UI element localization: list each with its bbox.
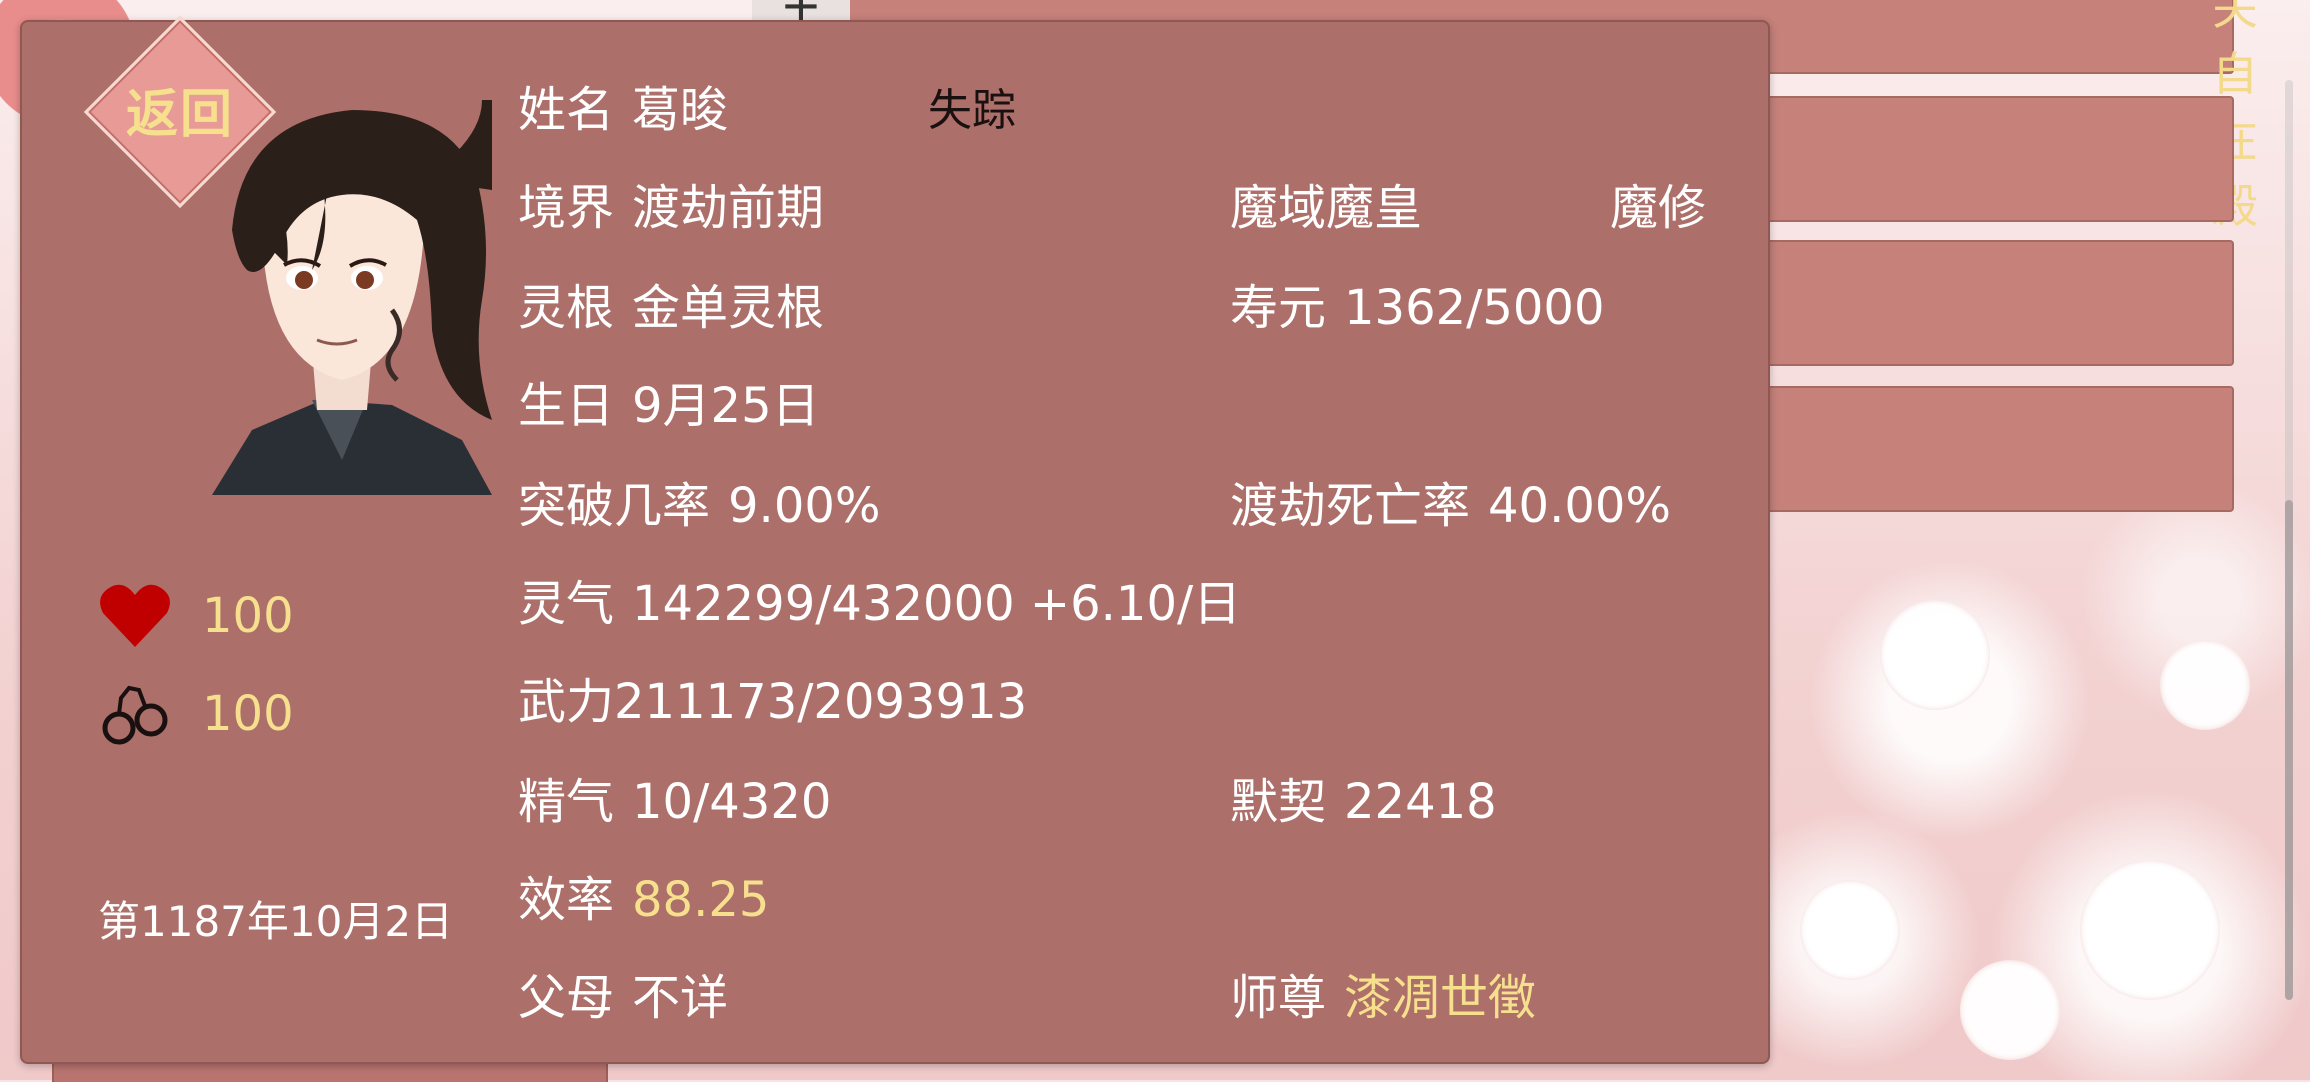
lifespan-value: 1362/5000	[1344, 280, 1605, 336]
master-label: 师尊	[1230, 970, 1327, 1026]
spirit-root-label: 灵根	[518, 280, 615, 336]
flower-petal-decoration	[2160, 640, 2250, 730]
spirit-root-value: 金单灵根	[632, 280, 825, 336]
realm-field: 境界 渡劫前期	[518, 168, 824, 238]
efficiency-field: 效率 88.25	[518, 860, 769, 930]
qi-label: 灵气	[518, 576, 615, 632]
health-stat: 100	[96, 576, 294, 656]
status-text: 失踪	[928, 85, 1016, 136]
tribulation-death-field: 渡劫死亡率 40.00%	[1230, 466, 1671, 536]
qi-field: 灵气 142299/432000 +6.10/日	[518, 564, 1241, 634]
breakthrough-field: 突破几率 9.00%	[518, 466, 881, 536]
tacit-field: 默契 22418	[1230, 762, 1497, 832]
force-value: 211173/2093913	[614, 674, 1028, 730]
realm-label: 境界	[518, 180, 615, 236]
parents-value: 不详	[632, 970, 729, 1026]
tribulation-death-value: 40.00%	[1488, 478, 1672, 534]
spirit-root-field: 灵根 金单灵根	[518, 268, 824, 338]
character-portrait	[192, 100, 492, 495]
efficiency-label: 效率	[518, 872, 615, 928]
force-label: 武力	[518, 674, 615, 730]
essence-field: 精气 10/4320	[518, 762, 831, 832]
sect-type-text: 魔修	[1610, 180, 1707, 236]
breakthrough-label: 突破几率	[518, 478, 711, 534]
handcuffs-icon	[96, 675, 174, 753]
bond-stat: 100	[96, 674, 294, 754]
essence-value: 10/4320	[632, 774, 832, 830]
parents-field: 父母 不详	[518, 958, 728, 1028]
name-value: 葛晙	[632, 82, 729, 138]
name-label: 姓名	[518, 82, 615, 138]
flower-petal-decoration	[1960, 960, 2060, 1060]
birthday-label: 生日	[518, 378, 615, 434]
essence-label: 精气	[518, 774, 615, 830]
master-field: 师尊 漆凋世徵	[1230, 958, 1536, 1028]
birthday-field: 生日 9月25日	[518, 366, 820, 436]
lifespan-label: 寿元	[1230, 280, 1327, 336]
flower-petal-decoration	[1800, 880, 1900, 980]
force-field: 武力211173/2093913	[518, 662, 1027, 732]
flower-petal-decoration	[1880, 600, 1990, 710]
character-info-panel: 返回 100 100 第1187年10月2日 姓名 葛晙 失踪 境界 渡劫前期 魔域…	[20, 15, 1770, 1064]
back-button-label[interactable]: 返回	[110, 72, 250, 147]
efficiency-value: 88.25	[632, 872, 770, 928]
tacit-value: 22418	[1344, 774, 1497, 830]
parents-label: 父母	[518, 970, 615, 1026]
master-value[interactable]: 漆凋世徵	[1344, 970, 1536, 1026]
scrollbar[interactable]	[2285, 80, 2293, 1000]
heart-icon	[96, 577, 174, 655]
tacit-label: 默契	[1230, 774, 1327, 830]
breakthrough-value: 9.00%	[728, 478, 881, 534]
scrollbar-thumb[interactable]	[2285, 500, 2293, 1000]
title-text: 魔域魔皇	[1230, 180, 1423, 236]
birthday-value: 9月25日	[632, 378, 820, 434]
flower-petal-decoration	[2080, 860, 2220, 1000]
lifespan-field: 寿元 1362/5000	[1230, 268, 1605, 338]
qi-value: 142299/432000 +6.10/日	[632, 576, 1242, 632]
game-date: 第1187年10月2日	[98, 897, 454, 946]
tribulation-death-label: 渡劫死亡率	[1230, 478, 1471, 534]
realm-value: 渡劫前期	[632, 180, 825, 236]
name-field: 姓名 葛晙	[518, 70, 728, 140]
health-value: 100	[202, 588, 294, 644]
bond-value: 100	[202, 686, 294, 742]
